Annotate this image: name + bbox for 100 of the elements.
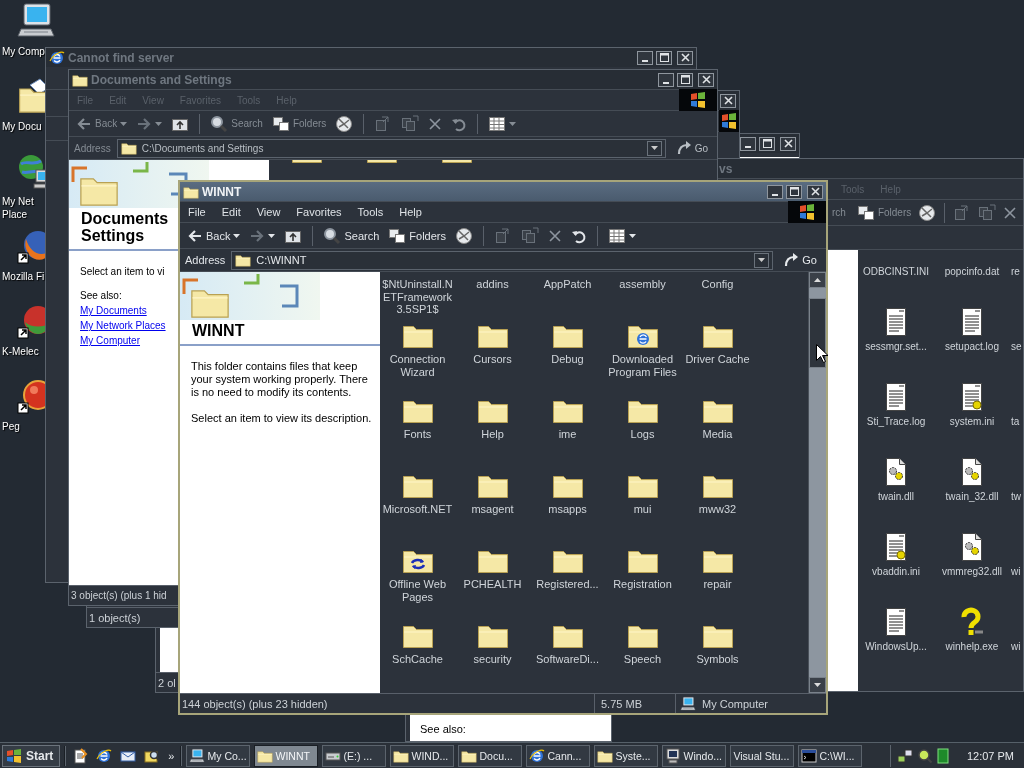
file-name[interactable]: ime [558, 428, 577, 441]
file-name[interactable]: repair [703, 578, 732, 591]
desktop-icon-label[interactable]: My Comp [2, 45, 45, 58]
taskbar-button[interactable]: (E:) ... [322, 744, 387, 767]
file-name[interactable]: Fonts [403, 428, 432, 441]
close-button[interactable] [807, 184, 823, 199]
scroll-down-button[interactable] [809, 677, 826, 693]
desktop-icon-label[interactable]: Peg [2, 420, 20, 433]
file-name[interactable]: ODBCINST.INI [862, 266, 930, 279]
maximize-button[interactable] [656, 50, 672, 65]
file-name[interactable]: Downloaded Program Files [606, 353, 679, 378]
file-name[interactable]: Help [481, 428, 504, 441]
start-button[interactable]: Start [2, 744, 61, 767]
menu-item[interactable]: File [180, 206, 214, 218]
file-name[interactable]: Speech [623, 653, 662, 666]
file-name[interactable]: vbaddin.ini [872, 566, 920, 579]
file-name[interactable]: PCHEALTH [463, 578, 522, 591]
file-name[interactable]: se [1010, 341, 1022, 354]
taskbar-button[interactable]: Windo... [662, 744, 727, 767]
file-name[interactable]: Media [702, 428, 733, 441]
menu-item[interactable]: Tools [349, 206, 392, 218]
file-name[interactable]: Debug [551, 353, 584, 366]
close-button[interactable] [698, 72, 714, 87]
file-name[interactable]: vmmreg32.dll [942, 566, 1002, 579]
file-name[interactable]: addins [476, 278, 509, 291]
file-name[interactable]: setupact.log [945, 341, 999, 354]
file-name[interactable]: security [473, 653, 512, 666]
maximize-button[interactable] [677, 72, 693, 87]
file-name[interactable]: Offline Web Pages [381, 578, 454, 603]
file-name[interactable]: wi [1010, 641, 1021, 654]
menu-item[interactable]: Edit [213, 206, 249, 218]
file-name[interactable]: msapps [548, 503, 587, 516]
minimize-button[interactable] [740, 136, 756, 151]
taskbar-button[interactable]: Cann... [526, 744, 591, 767]
file-name[interactable]: twain.dll [877, 491, 915, 504]
go-button[interactable]: Go [669, 138, 714, 158]
file-name[interactable]: mww32 [698, 503, 737, 516]
file-name[interactable]: Cursors [473, 353, 512, 366]
taskbar-button[interactable]: C:\WI... [798, 744, 863, 767]
back-button[interactable]: Back [184, 224, 244, 247]
search-button[interactable]: Search [320, 224, 383, 247]
folders-button[interactable]: Folders [853, 201, 915, 224]
file-name[interactable]: Connection Wizard [381, 353, 454, 378]
folders-button[interactable]: Folders [385, 224, 449, 247]
file-name[interactable]: sessmgr.set... [865, 341, 927, 354]
file-name[interactable]: system.ini [949, 416, 995, 429]
scrollbar-thumb[interactable] [809, 298, 826, 368]
folders-button[interactable]: Folders [268, 112, 330, 135]
search-button[interactable]: rch [829, 201, 849, 224]
panel-link[interactable]: My Network Places [80, 320, 166, 331]
file-name[interactable]: AppPatch [543, 278, 592, 291]
file-name[interactable]: Logs [630, 428, 655, 441]
file-name[interactable]: SchCache [392, 653, 443, 666]
file-name[interactable]: Config [701, 278, 734, 291]
file-name[interactable]: Driver Cache [685, 353, 750, 366]
minimize-button[interactable] [658, 72, 674, 87]
dropdown-button[interactable] [754, 252, 770, 268]
desktop-icon-label[interactable]: My Net Place [2, 195, 34, 221]
close-button[interactable] [720, 93, 736, 108]
file-name[interactable]: tw [1010, 491, 1021, 504]
file-name[interactable]: $NtUninstall.NETFramework3.5SP1$ [381, 278, 454, 316]
file-name[interactable]: popcinfo.dat [944, 266, 1000, 279]
file-name[interactable]: SoftwareDi... [536, 653, 599, 666]
menu-item[interactable]: View [248, 206, 289, 218]
file-name[interactable]: WindowsUp... [865, 641, 927, 654]
taskbar-button[interactable]: Visual Stu... [730, 744, 795, 767]
file-name[interactable]: Registered... [536, 578, 599, 591]
taskbar-button[interactable]: My Co... [186, 744, 251, 767]
file-name[interactable]: wi [1010, 566, 1021, 579]
file-name[interactable]: ta [1010, 416, 1020, 429]
file-name[interactable]: winhelp.exe [945, 641, 999, 654]
minimize-button[interactable] [767, 184, 783, 199]
address-field[interactable]: C:\Documents and Settings [116, 138, 666, 158]
maximize-button[interactable] [759, 136, 775, 151]
file-name[interactable]: Microsoft.NET [382, 503, 453, 516]
file-name[interactable]: msagent [471, 503, 514, 516]
file-name[interactable]: twain_32.dll [945, 491, 999, 504]
menu-item[interactable]: Help [391, 206, 430, 218]
file-name[interactable]: Sti_Trace.log [866, 416, 926, 429]
close-button[interactable] [780, 136, 796, 151]
taskbar-button[interactable]: Docu... [458, 744, 523, 767]
taskbar-button[interactable]: WIND... [390, 744, 455, 767]
dropdown-button[interactable] [646, 140, 662, 156]
taskbar-button[interactable]: Syste... [594, 744, 659, 767]
scroll-up-button[interactable] [809, 272, 826, 288]
menu-item[interactable]: Favorites [288, 206, 350, 218]
file-name[interactable]: mui [633, 503, 652, 516]
back-button[interactable]: Back [73, 112, 131, 135]
file-name[interactable]: Registration [613, 578, 672, 591]
more-button[interactable]: » [166, 745, 177, 766]
file-name[interactable]: assembly [619, 278, 666, 291]
maximize-button[interactable] [786, 184, 802, 199]
close-button[interactable] [677, 50, 693, 65]
desktop-icon-label[interactable]: K-Melec [2, 345, 39, 358]
minimize-button[interactable] [637, 50, 653, 65]
go-button[interactable]: Go [777, 250, 823, 270]
search-button[interactable]: Search [207, 112, 266, 135]
panel-link[interactable]: My Computer [80, 335, 140, 346]
desktop-icon-label[interactable]: Mozilla Fi [2, 270, 45, 283]
file-name[interactable]: Symbols [696, 653, 739, 666]
